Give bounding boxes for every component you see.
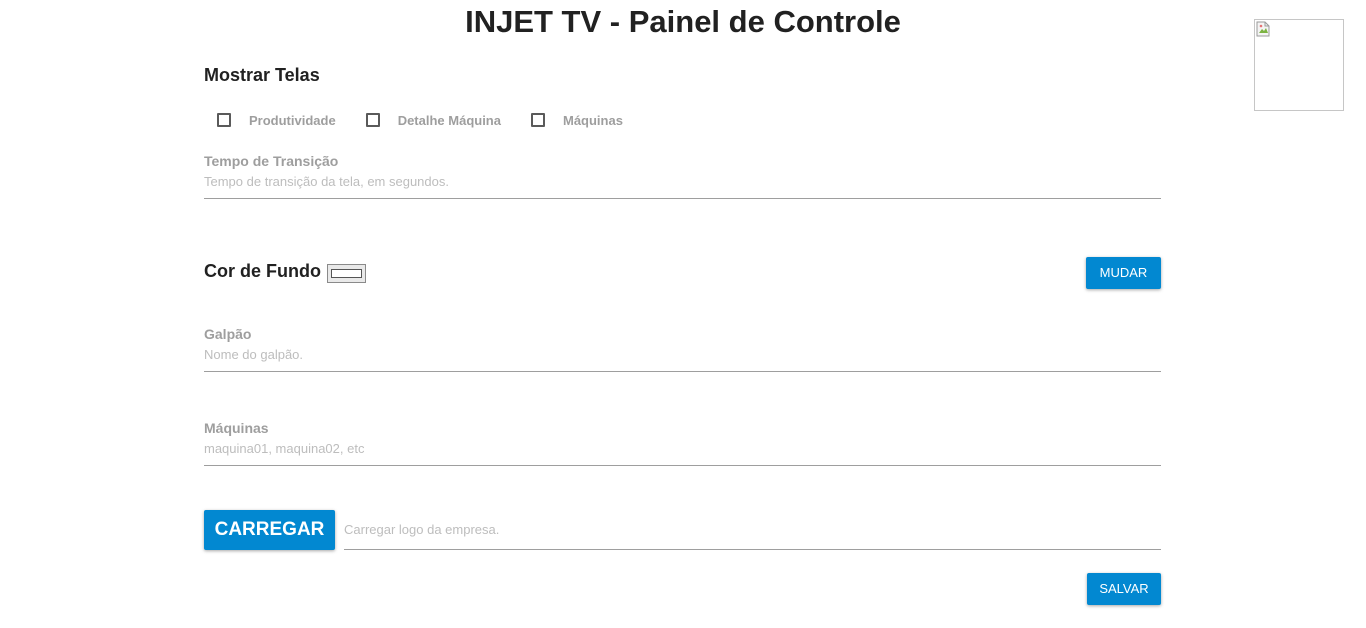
checkbox-label: Produtividade — [249, 112, 336, 128]
machines-field: Máquinas — [204, 419, 1161, 466]
broken-image-icon — [1256, 21, 1270, 37]
screens-checkbox-group: Produtividade Detalhe Máquina Máquinas — [217, 110, 653, 130]
checkbox-produtividade[interactable]: Produtividade — [217, 113, 336, 128]
warehouse-label: Galpão — [204, 326, 252, 342]
change-color-button[interactable]: MUDAR — [1086, 257, 1161, 289]
company-logo-image — [1254, 19, 1344, 111]
background-color-picker[interactable] — [327, 264, 366, 283]
checkbox-box[interactable] — [217, 113, 231, 127]
control-panel-page: INJET TV - Painel de Controle Mostrar Te… — [0, 0, 1366, 628]
warehouse-field: Galpão — [204, 325, 1161, 372]
machines-input[interactable] — [204, 437, 1161, 466]
checkbox-detalhe-maquina[interactable]: Detalhe Máquina — [365, 112, 501, 128]
transition-time-field: Tempo de Transição — [204, 152, 1161, 199]
checkbox-label: Detalhe Máquina — [397, 112, 501, 128]
checkbox-box[interactable] — [530, 113, 545, 127]
transition-time-input[interactable] — [204, 170, 1161, 199]
checkbox-maquinas[interactable]: Máquinas — [530, 112, 623, 128]
screens-heading: Mostrar Telas — [204, 65, 320, 85]
checkbox-label: Máquinas — [562, 112, 623, 128]
background-color-heading: Cor de Fundo — [204, 261, 321, 281]
upload-logo-button[interactable]: CARREGAR — [204, 510, 335, 550]
transition-time-label: Tempo de Transição — [204, 153, 339, 169]
color-swatch-fill — [331, 269, 362, 278]
settings-form: Mostrar Telas Produtividade Detalhe Máqu… — [204, 0, 1161, 628]
save-button[interactable]: SALVAR — [1087, 573, 1161, 605]
checkbox-box[interactable] — [365, 113, 380, 127]
machines-label: Máquinas — [204, 420, 269, 436]
warehouse-input[interactable] — [204, 343, 1161, 372]
upload-logo-path-input[interactable] — [344, 518, 1161, 550]
